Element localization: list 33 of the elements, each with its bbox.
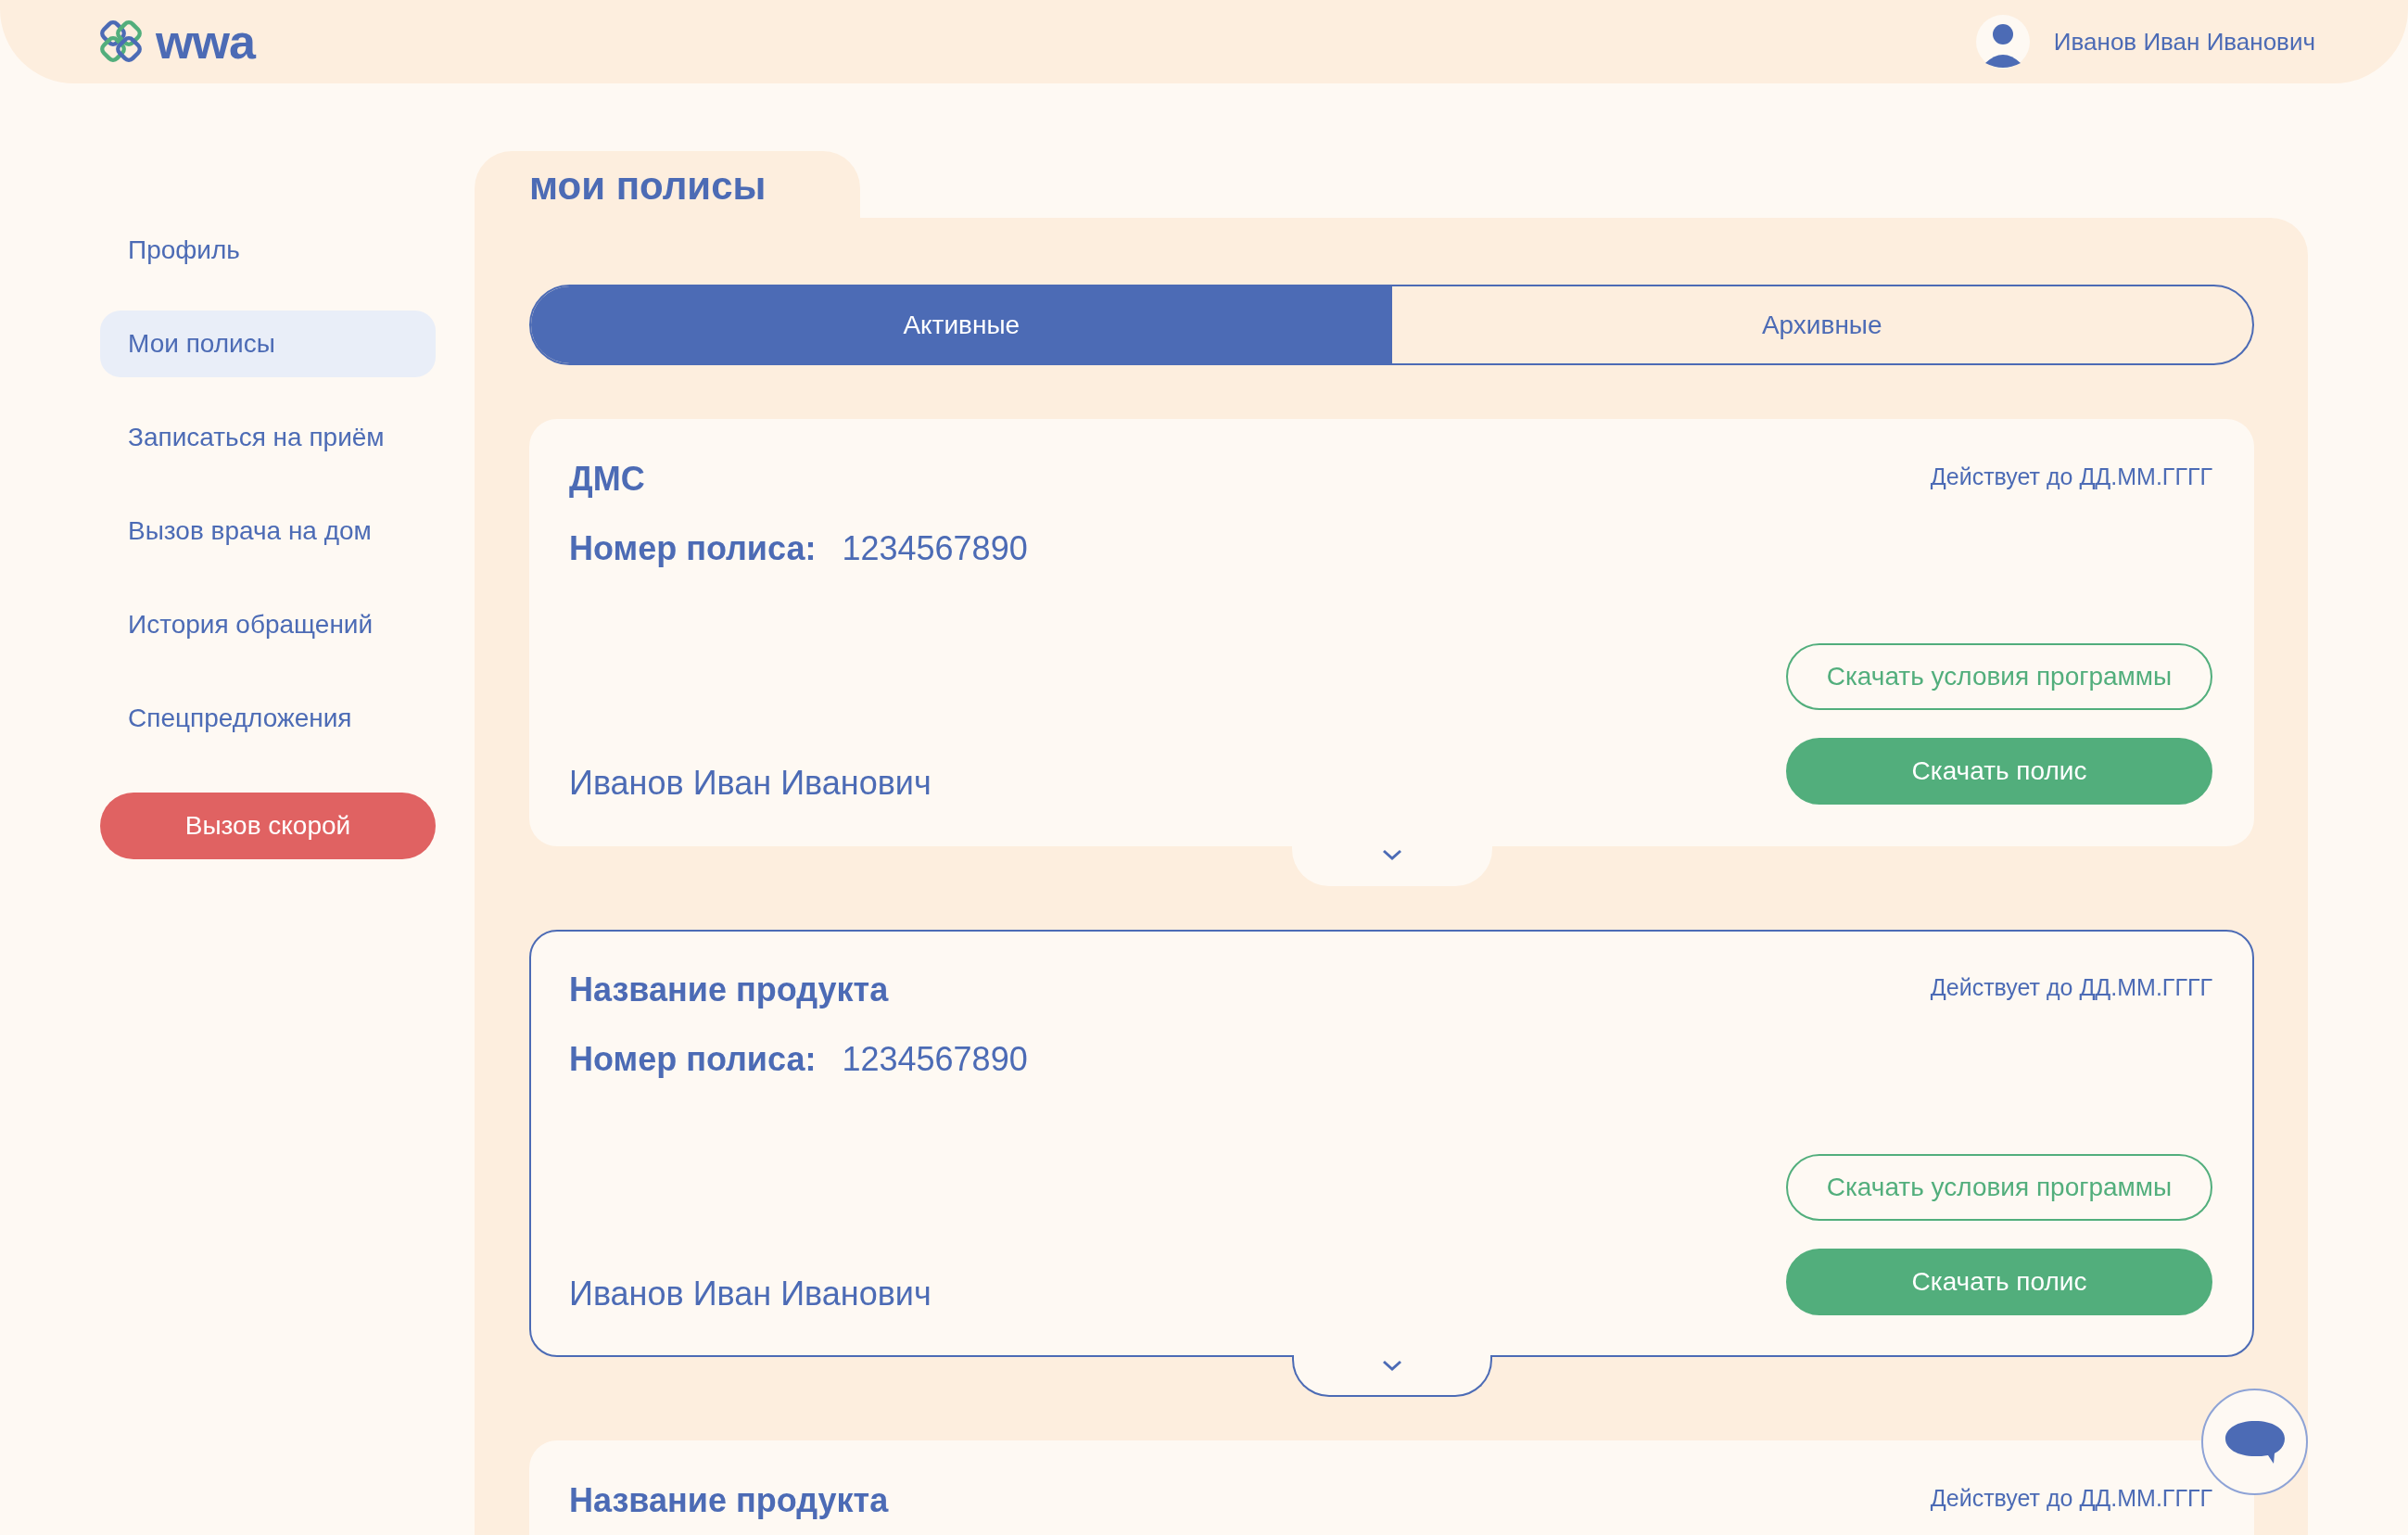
download-policy-button[interactable]: Скачать полис <box>1786 1249 2212 1315</box>
emergency-call-button[interactable]: Вызов скорой <box>100 793 436 859</box>
logo-icon <box>100 20 143 63</box>
policy-holder: Иванов Иван Иванович <box>569 1275 932 1314</box>
nav-item[interactable]: Записаться на приём <box>100 404 436 471</box>
download-terms-button[interactable]: Скачать условия программы <box>1786 643 2212 710</box>
policy-title: Название продукта <box>569 970 890 1010</box>
avatar-icon[interactable] <box>1975 15 2030 69</box>
validity-date: Действует до ДД.ММ.ГГГГ <box>1930 463 2212 490</box>
policy-number-label: Номер полиса: <box>569 528 817 568</box>
nav-item[interactable]: Спецпредложения <box>100 685 436 752</box>
speech-bubble-icon <box>2224 1418 2286 1465</box>
chevron-down-icon <box>1381 848 1402 861</box>
download-policy-button[interactable]: Скачать полис <box>1786 738 2212 805</box>
nav-item[interactable]: Профиль <box>100 217 436 284</box>
nav-item[interactable]: История обращений <box>100 591 436 658</box>
policy-holder: Иванов Иван Иванович <box>569 764 932 804</box>
validity-date: Действует до ДД.ММ.ГГГГ <box>1930 1485 2212 1512</box>
logo-text: wwa <box>156 14 255 70</box>
nav-item[interactable]: Мои полисы <box>100 311 436 377</box>
user-name: Иванов Иван Иванович <box>2053 27 2315 57</box>
page-title: мои полисы <box>529 163 767 209</box>
download-terms-button[interactable]: Скачать условия программы <box>1786 1154 2212 1221</box>
nav-item[interactable]: Вызов врача на дом <box>100 498 436 565</box>
tab[interactable]: Архивные <box>1391 286 2252 363</box>
policy-number: 1234567890 <box>842 528 1028 568</box>
policy-title: ДМС <box>569 459 646 500</box>
chevron-down-icon <box>1381 1359 1402 1372</box>
tab[interactable]: Активные <box>531 286 1392 363</box>
policy-title: Название продукта <box>569 1480 890 1521</box>
policy-number: 1234567890 <box>842 1039 1028 1079</box>
policy-number-label: Номер полиса: <box>569 1039 817 1079</box>
validity-date: Действует до ДД.ММ.ГГГГ <box>1930 974 2212 1001</box>
